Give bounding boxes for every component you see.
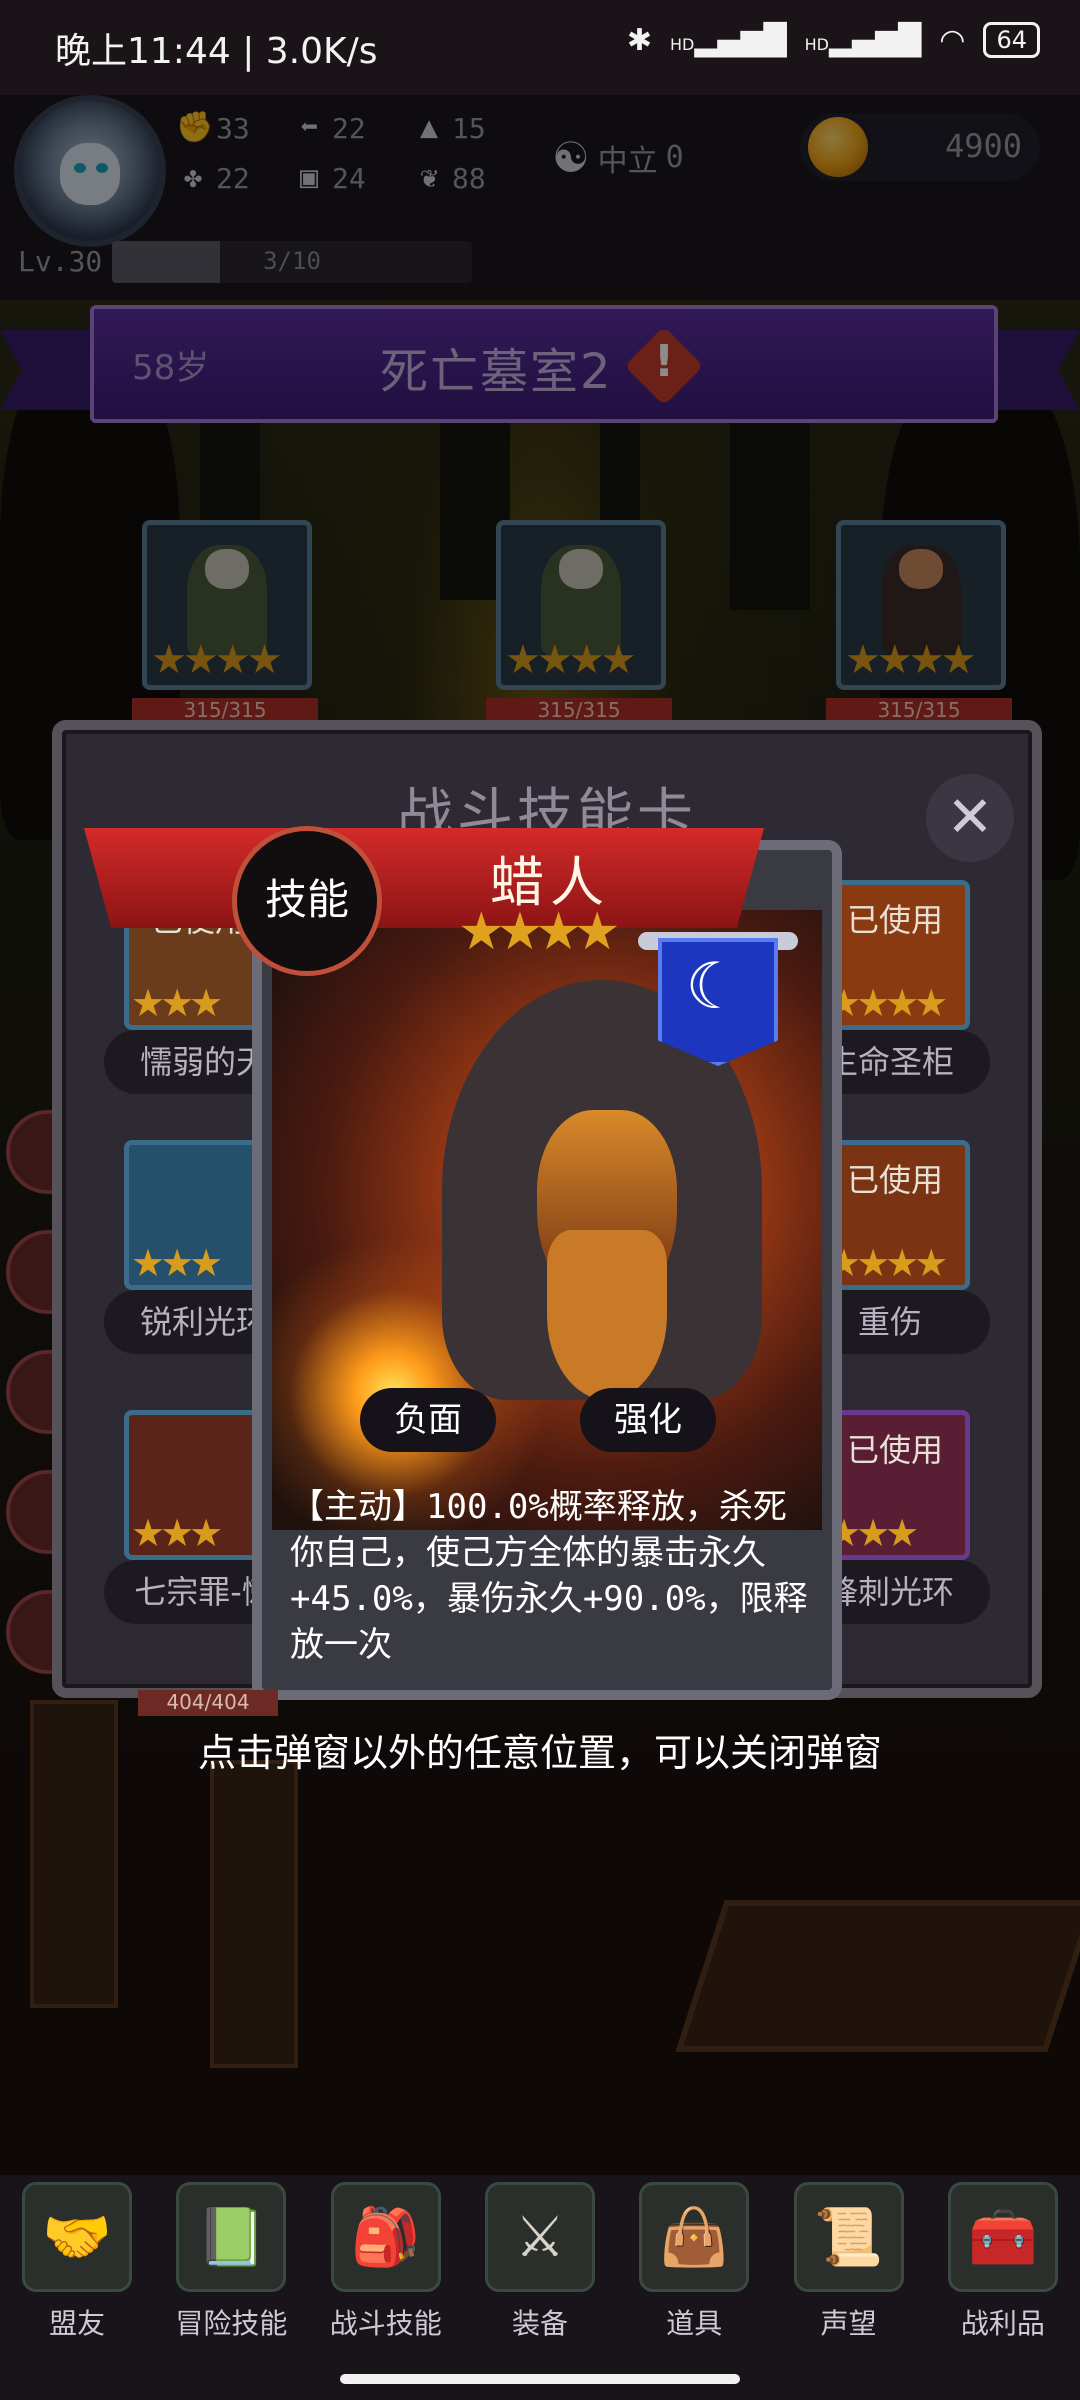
nav-label: 道具 [666,2307,723,2340]
tag-buff: 强化 [580,1388,716,1452]
nav-battle-skills[interactable]: 🎒 战斗技能 [316,2176,456,2366]
nav-items[interactable]: 👜 道具 [624,2176,764,2366]
slot-stars: ★★★ [131,1241,223,1285]
slot-stars: ★★★ [131,1511,223,1555]
nav-label: 声望 [820,2307,877,2340]
nav-label: 盟友 [49,2307,106,2340]
nav-adventure-skills[interactable]: 📗 冒险技能 [161,2176,301,2366]
used-label: 已使用 [846,901,943,939]
tag-negative: 负面 [360,1388,496,1452]
backpack-icon: 🎒 [330,2182,441,2292]
treasure-chest-icon: 🧰 [947,2182,1058,2292]
status-icons: ✱ HD▂▄▆█ HD▂▄▆█ ◠ 64 [627,22,1040,58]
skill-slot[interactable]: 已使用 ★★★ [820,1410,970,1560]
card-type-label: 技能 [264,875,349,924]
used-label: 已使用 [846,1431,943,1469]
status-time: 晚上11:44 | 3.0K/s [55,31,378,72]
signal-icon-2: HD▂▄▆█ [804,22,922,58]
nav-equipment[interactable]: ⚔ 装备 [470,2176,610,2366]
bluetooth-icon: ✱ [626,22,652,58]
battery-icon: 64 [983,22,1040,58]
signal-icon: HD▂▄▆█ [669,22,787,58]
slot-stars: ★★★ [131,981,223,1025]
moon-icon: ☾ [685,950,743,1024]
satchel-icon: 👜 [639,2182,750,2292]
background-hp-bar: 404/404 [138,1690,278,1716]
crossed-swords-icon: ⚔ [484,2182,595,2292]
card-stars: ★★★★ [458,902,620,962]
system-status-bar: 晚上11:44 | 3.0K/s ✱ HD▂▄▆█ HD▂▄▆█ ◠ 64 [0,0,1080,95]
nav-allies[interactable]: 🤝 盟友 [7,2176,147,2366]
close-icon: ✕ [946,785,994,850]
slot-stars: ★★★★ [827,1241,948,1285]
nav-label: 冒险技能 [175,2307,288,2340]
bottom-navigation: 🤝 盟友 📗 冒险技能 🎒 战斗技能 ⚔ 装备 👜 道具 📜 声望 🧰 战利品 [0,2176,1080,2366]
close-hint: 点击弹窗以外的任意位置，可以关闭弹窗 [197,1731,882,1775]
wifi-icon: ◠ [939,22,966,58]
skill-slot[interactable]: 已使用 ★★★★ [820,880,970,1030]
nav-label: 装备 [511,2307,568,2340]
nav-reputation[interactable]: 📜 声望 [779,2176,919,2366]
card-description: 【主动】100.0%概率释放，杀死你自己，使己方全体的暴击永久+45.0%，暴伤… [290,1487,808,1665]
scroll-icon: 📜 [793,2182,904,2292]
used-label: 已使用 [846,1161,943,1199]
home-gesture-bar[interactable] [340,2374,740,2384]
nav-label: 战利品 [960,2307,1045,2340]
book-icon: 📗 [176,2182,287,2292]
handshake-icon: 🤝 [22,2182,133,2292]
nav-loot[interactable]: 🧰 战利品 [933,2176,1073,2366]
nav-label: 战斗技能 [329,2307,442,2340]
slot-stars: ★★★★ [827,981,948,1025]
close-button[interactable]: ✕ [926,774,1014,862]
skill-slot[interactable]: 已使用 ★★★★ [820,1140,970,1290]
